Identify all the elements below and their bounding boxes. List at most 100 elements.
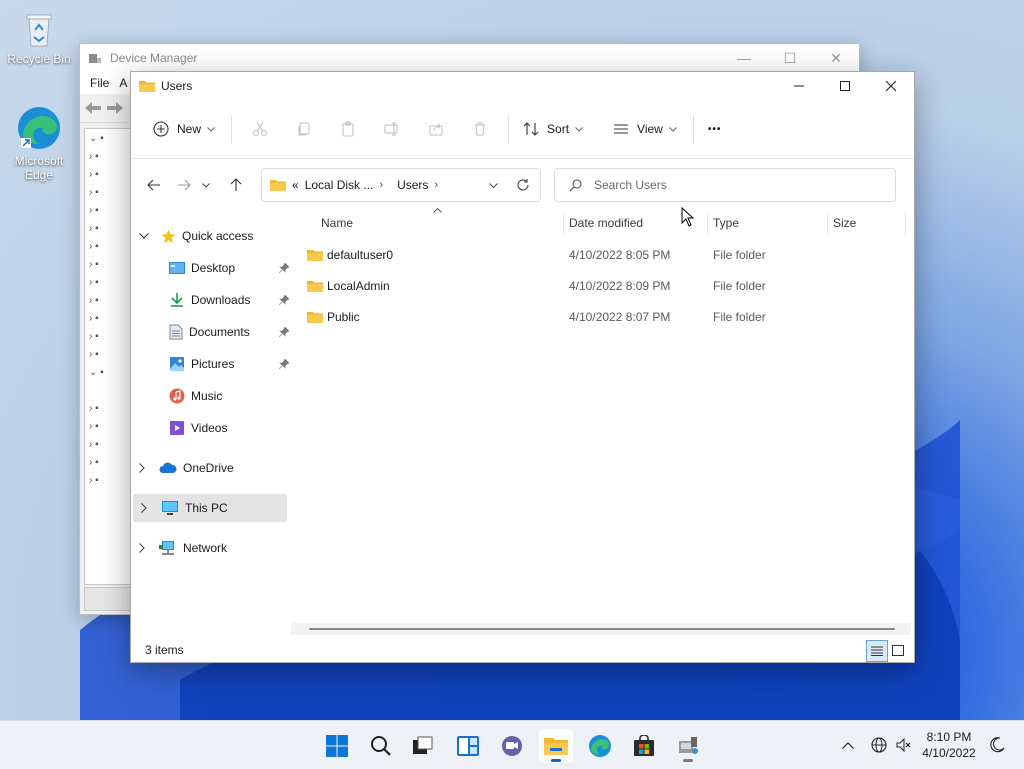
file-explorer-window[interactable]: Users New Sort View ••• « Local Disk ...…	[130, 71, 915, 663]
search-button[interactable]	[364, 729, 398, 763]
tree-row[interactable]: › ▪	[85, 399, 131, 417]
column-header-name[interactable]: Name	[321, 211, 353, 235]
tree-row[interactable]: ⌄ ▪	[85, 363, 131, 381]
breadcrumb-overflow[interactable]: «	[292, 178, 299, 192]
tree-row[interactable]: › ▪	[85, 435, 131, 453]
clock[interactable]: 8:10 PM 4/10/2022	[915, 729, 983, 761]
network-status-button[interactable]	[871, 721, 887, 769]
file-list[interactable]: Name Date modified Type Size defaultuser…	[291, 207, 911, 631]
store-taskbar-button[interactable]	[627, 729, 661, 763]
pin-icon[interactable]	[279, 295, 289, 305]
nav-item-desktop[interactable]: Desktop	[169, 254, 289, 282]
minimize-button[interactable]	[776, 72, 822, 100]
column-header-size[interactable]: Size	[833, 211, 856, 235]
device-manager-taskbar-button[interactable]	[671, 729, 705, 763]
file-explorer-taskbar-button[interactable]	[539, 729, 573, 763]
tree-row[interactable]: ⌄ ▪	[85, 129, 131, 147]
column-header-date[interactable]: Date modified	[569, 211, 643, 235]
close-button[interactable]	[868, 72, 914, 100]
start-button[interactable]	[320, 729, 354, 763]
device-manager-titlebar[interactable]: Device Manager — ☐ ✕	[80, 44, 859, 72]
horizontal-scrollbar[interactable]	[291, 623, 911, 635]
cut-button[interactable]	[244, 113, 276, 145]
tree-row[interactable]	[85, 381, 131, 399]
back-button[interactable]	[139, 170, 169, 200]
tree-row[interactable]: › ▪	[85, 147, 131, 165]
pin-icon[interactable]	[279, 359, 289, 369]
nav-item-downloads[interactable]: Downloads	[169, 286, 289, 314]
tree-row[interactable]: › ▪	[85, 291, 131, 309]
minimize-button[interactable]: —	[721, 50, 767, 67]
menu-action[interactable]: A	[119, 76, 127, 90]
tree-row[interactable]: › ▪	[85, 345, 131, 363]
tree-row[interactable]: › ▪	[85, 237, 131, 255]
tree-row[interactable]: › ▪	[85, 453, 131, 471]
nav-item-music[interactable]: Music	[169, 382, 287, 410]
address-history-button[interactable]	[489, 182, 498, 188]
tree-row[interactable]: › ▪	[85, 165, 131, 183]
column-divider[interactable]	[563, 213, 564, 235]
pin-icon[interactable]	[279, 327, 289, 337]
breadcrumb-users[interactable]: Users	[397, 178, 428, 192]
delete-button[interactable]	[464, 113, 496, 145]
navigation-pane[interactable]: Quick access Desktop Downloads Documents…	[131, 211, 289, 631]
tree-row[interactable]: › ▪	[85, 471, 131, 489]
desktop-icon-recycle-bin[interactable]: Recycle Bin	[3, 10, 75, 66]
nav-item-pictures[interactable]: Pictures	[169, 350, 289, 378]
large-icons-view-button[interactable]	[888, 640, 908, 660]
column-divider[interactable]	[827, 213, 828, 235]
column-header-type[interactable]: Type	[713, 211, 739, 235]
column-divider[interactable]	[905, 213, 906, 235]
file-row[interactable]: Public 4/10/2022 8:07 PM File folder	[307, 302, 897, 332]
sort-button[interactable]: Sort	[515, 113, 591, 145]
column-divider[interactable]	[707, 213, 708, 235]
nav-network[interactable]: Network	[139, 534, 289, 562]
volume-button[interactable]	[896, 721, 912, 769]
breadcrumb-separator[interactable]: ›	[434, 179, 438, 191]
pin-icon[interactable]	[279, 263, 289, 273]
maximize-button[interactable]	[822, 72, 868, 100]
recent-locations-button[interactable]	[199, 170, 213, 200]
forward-button[interactable]	[169, 170, 199, 200]
tree-row[interactable]: › ▪	[85, 201, 131, 219]
nav-item-videos[interactable]: Videos	[169, 414, 287, 442]
task-view-button[interactable]	[406, 729, 440, 763]
search-box[interactable]	[554, 168, 896, 202]
scrollbar-thumb[interactable]	[309, 628, 895, 630]
share-button[interactable]	[420, 113, 452, 145]
rename-button[interactable]	[376, 113, 408, 145]
address-bar[interactable]: « Local Disk ... › Users ›	[261, 168, 541, 202]
tree-row[interactable]: › ▪	[85, 327, 131, 345]
tree-row[interactable]: › ▪	[85, 309, 131, 327]
nav-this-pc[interactable]: This PC	[133, 494, 287, 522]
forward-arrow-icon[interactable]	[106, 101, 124, 115]
nav-quick-access[interactable]: Quick access	[139, 222, 289, 250]
back-arrow-icon[interactable]	[84, 101, 102, 115]
maximize-button[interactable]: ☐	[767, 50, 813, 67]
paste-button[interactable]	[332, 113, 364, 145]
breadcrumb-separator[interactable]: ›	[379, 179, 383, 191]
menu-file[interactable]: File	[90, 76, 109, 90]
tree-row[interactable]: › ▪	[85, 255, 131, 273]
tree-row[interactable]: › ▪	[85, 417, 131, 435]
device-tree[interactable]: ⌄ ▪ › ▪ › ▪ › ▪ › ▪ › ▪ › ▪ › ▪ › ▪ › ▪ …	[84, 128, 132, 585]
details-view-button[interactable]	[866, 640, 888, 662]
file-row[interactable]: LocalAdmin 4/10/2022 8:09 PM File folder	[307, 271, 897, 301]
tree-row[interactable]: › ▪	[85, 183, 131, 201]
new-button[interactable]: New	[145, 113, 223, 145]
nav-onedrive[interactable]: OneDrive	[139, 454, 289, 482]
widgets-button[interactable]	[451, 729, 485, 763]
nav-item-documents[interactable]: Documents	[169, 318, 289, 346]
search-input[interactable]	[592, 177, 876, 193]
more-options-button[interactable]: •••	[700, 113, 730, 145]
tree-row[interactable]: › ▪	[85, 219, 131, 237]
edge-taskbar-button[interactable]	[583, 729, 617, 763]
notifications-button[interactable]	[989, 721, 1005, 769]
show-hidden-icons-button[interactable]	[842, 721, 854, 769]
up-button[interactable]	[221, 170, 251, 200]
explorer-titlebar[interactable]: Users	[131, 72, 914, 100]
copy-button[interactable]	[288, 113, 320, 145]
close-button[interactable]: ✕	[813, 50, 859, 67]
desktop-icon-edge[interactable]: Microsoft Edge	[3, 104, 75, 182]
chat-button[interactable]	[495, 729, 529, 763]
